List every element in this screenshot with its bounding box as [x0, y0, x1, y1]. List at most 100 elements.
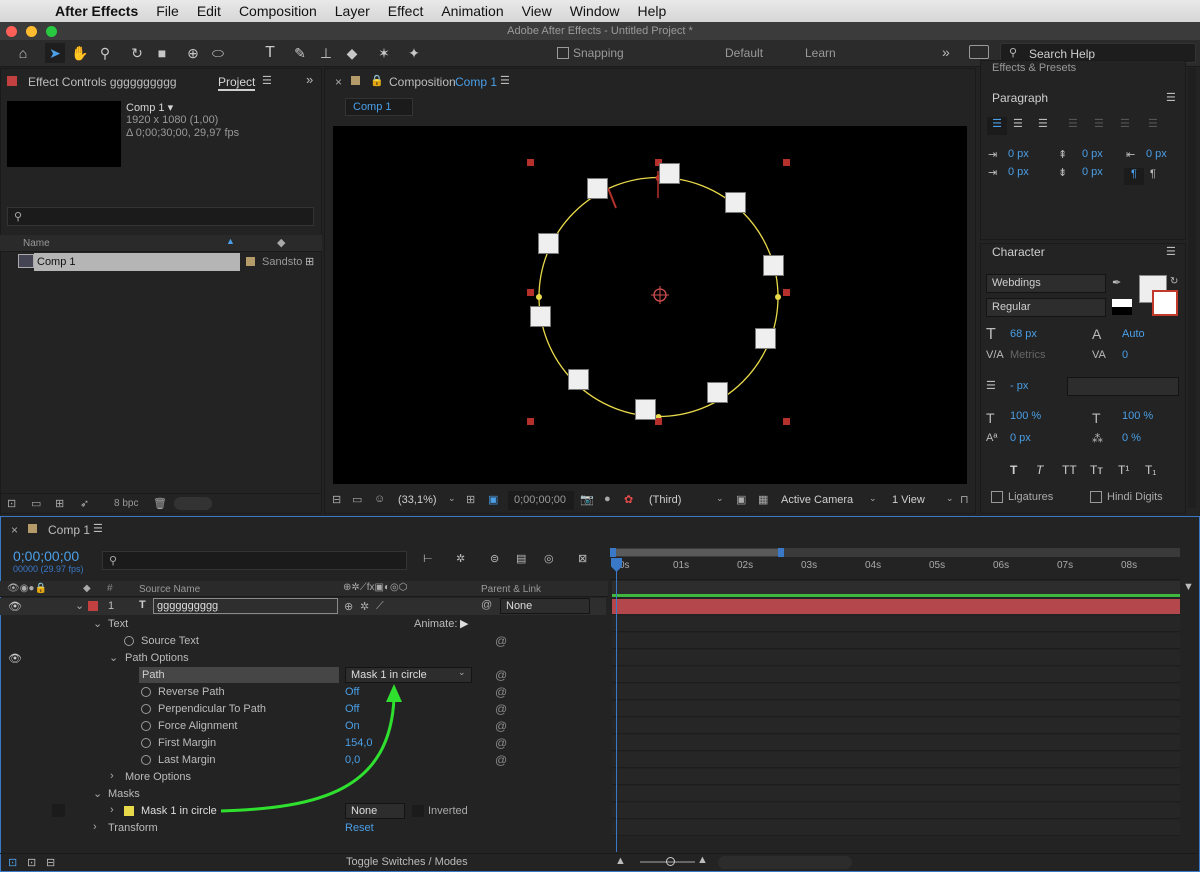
menu-window[interactable]: Window: [561, 0, 629, 22]
workspace-learn[interactable]: Learn: [805, 46, 836, 60]
stroke-style-dropdown[interactable]: [1067, 377, 1179, 396]
label-color-swatch[interactable]: [246, 257, 255, 266]
frame-blending-icon[interactable]: ▤: [516, 552, 526, 565]
collapse-chevron-icon[interactable]: ⌄: [75, 599, 84, 612]
close-timeline-icon[interactable]: ×: [11, 523, 18, 537]
new-folder-icon[interactable]: ▭: [31, 497, 41, 510]
menu-app[interactable]: After Effects: [46, 0, 147, 22]
chevron-down-icon[interactable]: ⌄: [93, 787, 102, 800]
faux-bold-button[interactable]: T: [1010, 463, 1017, 477]
panel-overflow-icon[interactable]: »: [306, 72, 313, 87]
chevron-down-icon[interactable]: ⌄: [93, 617, 102, 630]
brush-tool-icon[interactable]: ✎: [290, 43, 310, 63]
clone-stamp-tool-icon[interactable]: ⊥: [316, 43, 336, 63]
snapshot-icon[interactable]: 📷: [580, 493, 594, 506]
ligatures-checkbox[interactable]: [991, 491, 1003, 503]
camera-tool-icon[interactable]: ■: [152, 43, 172, 63]
indent-right-value[interactable]: 0 px: [1146, 148, 1167, 160]
roto-brush-tool-icon[interactable]: ✶: [374, 43, 394, 63]
show-snapshot-icon[interactable]: ●: [604, 493, 611, 505]
chevron-right-icon[interactable]: ›: [93, 821, 97, 833]
superscript-button[interactable]: T¹: [1118, 463, 1129, 477]
timeline-menu-icon[interactable]: ☰: [93, 522, 103, 535]
grid-icon[interactable]: ⊞: [466, 493, 475, 506]
lock-icon[interactable]: 🔒: [370, 74, 384, 87]
playhead-line[interactable]: [616, 558, 617, 852]
path-options-label[interactable]: Path Options: [125, 652, 189, 664]
work-area-range[interactable]: [613, 549, 781, 556]
leading-value[interactable]: Auto: [1122, 328, 1145, 340]
comp-panel-menu-icon[interactable]: ☰: [500, 74, 510, 87]
rtl-direction-icon[interactable]: ¶: [1150, 168, 1156, 180]
align-right-icon[interactable]: ☰: [1038, 117, 1048, 130]
bounding-handle[interactable]: [783, 159, 790, 166]
hindi-digits-checkbox[interactable]: [1090, 491, 1102, 503]
stopwatch-icon[interactable]: [141, 721, 151, 731]
vertical-scale-value[interactable]: 100 %: [1010, 410, 1041, 422]
comp-tab-name[interactable]: Comp 1: [455, 75, 497, 89]
camera-dropdown[interactable]: Active Camera: [781, 494, 853, 506]
panel-menu-icon[interactable]: ☰: [262, 74, 272, 87]
stroke-width-value[interactable]: - px: [1010, 380, 1028, 392]
transform-label[interactable]: Transform: [108, 822, 158, 834]
space-after-value[interactable]: 0 px: [1082, 166, 1103, 178]
font-family-dropdown[interactable]: Webdings: [986, 274, 1106, 293]
layer-label-color[interactable]: [88, 601, 98, 611]
home-icon[interactable]: ⌂: [13, 43, 33, 63]
close-window-button[interactable]: [6, 26, 17, 37]
chevron-right-icon[interactable]: ›: [110, 804, 114, 816]
flowchart-icon[interactable]: ⊞: [305, 255, 314, 268]
expression-spiral-icon[interactable]: @: [495, 702, 507, 716]
subscript-button[interactable]: T₁: [1145, 463, 1156, 477]
horizontal-scale-value[interactable]: 100 %: [1122, 410, 1153, 422]
parent-dropdown[interactable]: None: [500, 598, 590, 614]
in-out-panes-icon[interactable]: ⊟: [46, 856, 55, 869]
menu-layer[interactable]: Layer: [326, 0, 379, 22]
work-area-end-handle[interactable]: [778, 548, 784, 557]
comp-viewer[interactable]: [333, 126, 967, 484]
puppet-pin-tool-icon[interactable]: ✦: [404, 43, 424, 63]
mask-visibility-icon[interactable]: ☺: [374, 493, 385, 505]
trash-icon[interactable]: 🗑: [153, 497, 167, 510]
comp-flowchart-icon[interactable]: ⊢: [423, 552, 433, 565]
bit-depth-button[interactable]: 8 bpc: [114, 498, 138, 509]
stroke-color-swatch[interactable]: [1152, 290, 1178, 316]
comp-info-name[interactable]: Comp 1 ▾: [126, 101, 173, 114]
bounding-handle[interactable]: [783, 418, 790, 425]
paragraph-menu-icon[interactable]: ☰: [1166, 91, 1176, 104]
chevron-down-icon[interactable]: ⌄: [109, 651, 118, 664]
prop-text-label[interactable]: Text: [108, 618, 128, 630]
time-ruler[interactable]: 0s 01s 02s 03s 04s 05s 06s 07s 08s: [610, 558, 1180, 580]
menu-help[interactable]: Help: [629, 0, 676, 22]
layer-switches-toggle-icon[interactable]: ⊡: [8, 856, 17, 869]
character-menu-icon[interactable]: ☰: [1166, 245, 1176, 258]
thumbnail-slider[interactable]: [174, 497, 212, 510]
menu-composition[interactable]: Composition: [230, 0, 326, 22]
current-time-field[interactable]: 0;00;00;00: [508, 491, 574, 510]
eyedropper-icon[interactable]: ✒: [1112, 276, 1121, 289]
timeline-scrollbar[interactable]: [718, 856, 852, 869]
mask-path[interactable]: [333, 126, 967, 484]
shy-layers-icon[interactable]: ⊜: [490, 552, 499, 565]
font-style-dropdown[interactable]: Regular: [986, 298, 1106, 317]
comp-tab-label[interactable]: Composition: [389, 75, 456, 89]
zoom-dropdown[interactable]: (33,1%): [398, 494, 437, 506]
font-size-value[interactable]: 68 px: [1010, 328, 1037, 340]
swap-colors-icon[interactable]: ↻: [1170, 276, 1178, 287]
motion-blur-icon[interactable]: ◎: [544, 552, 554, 565]
zoom-slider-thumb[interactable]: [666, 857, 675, 866]
menu-file[interactable]: File: [147, 0, 188, 22]
selection-tool-icon[interactable]: ➤: [45, 43, 65, 63]
monitor-icon[interactable]: ▭: [352, 493, 362, 506]
chevron-right-icon[interactable]: ›: [110, 770, 114, 782]
layer-name-field[interactable]: gggggggggg: [153, 598, 338, 614]
baseline-shift-value[interactable]: 0 px: [1010, 432, 1031, 444]
toggle-transparency-icon[interactable]: ▦: [758, 493, 768, 506]
mask-lock-box[interactable]: [52, 804, 65, 817]
project-item-row[interactable]: Comp 1 Sandsto ⊞: [0, 253, 322, 271]
bounding-handle[interactable]: [527, 289, 534, 296]
masks-label[interactable]: Masks: [108, 788, 140, 800]
draft-3d-icon[interactable]: ✲: [456, 552, 465, 565]
mask-color-swatch[interactable]: [124, 806, 134, 816]
minimize-window-button[interactable]: [26, 26, 37, 37]
